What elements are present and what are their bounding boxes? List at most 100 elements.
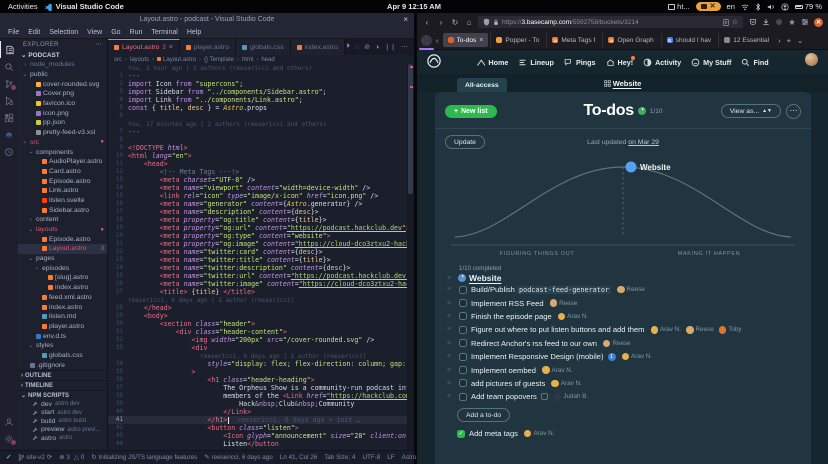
vscode-close-button[interactable]: × xyxy=(403,15,408,24)
back-button[interactable]: ‹ xyxy=(422,18,432,27)
explorer-file-Episode.astro[interactable]: Episode.astro xyxy=(18,176,107,186)
prettier-check-icon[interactable]: ✓ xyxy=(6,454,11,461)
explorer-file-feed.xml.astro[interactable]: feed.xml.astro xyxy=(18,293,107,303)
breadcrumb-website-link[interactable]: Website xyxy=(613,79,642,88)
editor-tab-Layout.astro[interactable]: Layout.astro3× xyxy=(108,39,180,55)
assignee-avatar[interactable] xyxy=(524,430,532,438)
assignee-avatar[interactable] xyxy=(603,340,611,348)
code-editor[interactable]: You, 1 hour ago | 2 authors (reesericci … xyxy=(108,64,414,450)
downloads-icon[interactable] xyxy=(762,18,770,26)
todo-checkbox[interactable] xyxy=(459,393,467,401)
breadcrumb[interactable]: src›layouts›Layout.astro›{} Template›htm… xyxy=(108,55,414,64)
browser-tab-Meta Tags f[interactable]: aMeta Tags f xyxy=(546,33,600,47)
eol-indicator[interactable]: LF xyxy=(387,454,394,461)
git-branch-indicator[interactable]: site-v2⟳ xyxy=(18,454,52,461)
breadcrumb-html[interactable]: html xyxy=(242,57,253,63)
explorer-file-AudioPlayer.astro[interactable]: AudioPlayer.astro xyxy=(18,157,107,167)
user-avatar[interactable] xyxy=(805,53,818,66)
encoding-indicator[interactable]: UTF-8 xyxy=(362,454,380,461)
pocket-icon[interactable] xyxy=(749,18,757,26)
explorer-file-Layout.astro[interactable]: Layout.astro3 xyxy=(18,244,107,254)
list-tabs-icon[interactable]: ⌄ xyxy=(795,36,805,45)
npm-script-start[interactable]: startastro dev xyxy=(18,409,107,418)
explorer-file-.gitignore[interactable]: .gitignore xyxy=(18,360,107,370)
source-control-icon[interactable] xyxy=(0,75,18,92)
explorer-file-favicon.ico[interactable]: favicon.ico xyxy=(18,99,107,109)
firefox-view-button[interactable] xyxy=(421,35,432,46)
run-editor-icon[interactable]: ⏵ xyxy=(346,43,350,51)
bc-nav-mystuff[interactable]: My Stuff xyxy=(691,58,731,67)
disable-icon[interactable]: ⊘ xyxy=(364,43,370,51)
explorer-file-index.astro[interactable]: index.astro xyxy=(18,283,107,293)
explorer-file-Cover.png[interactable]: Cover.png xyxy=(18,89,107,99)
breadcrumb-layouts[interactable]: layouts xyxy=(130,57,149,63)
assignee-avatar[interactable] xyxy=(622,353,630,361)
explorer-file-Episode.astro[interactable]: Episode.astro xyxy=(18,234,107,244)
breadcrumb-head[interactable]: head xyxy=(261,57,274,63)
explorer-file-globals.css[interactable]: globals.css xyxy=(18,351,107,361)
explorer-folder-layouts[interactable]: ⌄layouts● xyxy=(18,225,107,235)
bookmark-star-icon[interactable]: ☆ xyxy=(732,18,738,26)
problems-indicator[interactable]: ⊗3 △0 xyxy=(59,454,84,461)
tab-scroll-right-icon[interactable]: › xyxy=(776,36,783,45)
bc-nav-hey[interactable]: Hey! xyxy=(606,58,634,67)
comment-count-badge[interactable]: 1 xyxy=(608,353,616,361)
explorer-file-[slug].astro[interactable]: [slug].astro xyxy=(18,273,107,283)
hill-chart[interactable]: Website FIGURING THINGS OUT MAKING IT HA… xyxy=(447,153,799,259)
tab-size-indicator[interactable]: Tab Size: 4 xyxy=(324,454,355,461)
menu-go[interactable]: Go xyxy=(107,29,124,36)
assignee-avatar[interactable] xyxy=(719,326,727,334)
tab-close-icon[interactable]: × xyxy=(169,44,173,51)
settings-gear-icon[interactable] xyxy=(0,430,18,447)
new-list-button[interactable]: +New list xyxy=(445,105,497,118)
last-updated-link[interactable]: on Mar 29 xyxy=(628,139,659,146)
assignee-avatar[interactable] xyxy=(558,313,566,321)
blame-status[interactable]: ✎reesericci, 6 days ago xyxy=(204,454,273,461)
drag-handle-icon[interactable]: ≡ xyxy=(447,275,455,282)
menu-terminal[interactable]: Terminal xyxy=(147,29,181,36)
breadcrumb-src[interactable]: src xyxy=(114,57,122,63)
cursor-position[interactable]: Ln 41, Col 26 xyxy=(280,454,317,461)
url-bar[interactable]: https://3.basecamp.com/5592758/buckets/3… xyxy=(478,16,743,28)
bc-nav-activity[interactable]: Activity xyxy=(643,58,681,67)
explorer-root-folder[interactable]: ⌄PODCAST xyxy=(18,50,107,60)
new-tab-button[interactable]: + xyxy=(785,36,793,45)
assignee-avatar[interactable] xyxy=(551,380,559,388)
breadcrumb-Layout.astro[interactable]: Layout.astro xyxy=(157,57,196,63)
explorer-folder-styles[interactable]: ⌄styles xyxy=(18,341,107,351)
explorer-folder-public[interactable]: ⌄public xyxy=(18,70,107,80)
menu-edit[interactable]: Edit xyxy=(24,29,44,36)
explorer-folder-pages[interactable]: ⌄pages xyxy=(18,254,107,264)
adblocker-extension-icon[interactable]: ✕ xyxy=(814,18,823,27)
browser-tab-12 Essential[interactable]: 12 Essential xyxy=(718,33,774,47)
bc-nav-find[interactable]: Find xyxy=(741,58,768,67)
half-circle-icon[interactable]: ◑ xyxy=(375,44,379,51)
tab-scroll-left-icon[interactable]: ‹ xyxy=(434,36,441,45)
explorer-file-Sidebar.astro[interactable]: Sidebar.astro xyxy=(18,205,107,215)
explorer-file-pp.json[interactable]: pp.json xyxy=(18,118,107,128)
explorer-file-Link.astro[interactable]: Link.astro xyxy=(18,186,107,196)
todo-checkbox-checked[interactable]: ✓ xyxy=(457,430,465,438)
assignee-avatar[interactable] xyxy=(651,326,659,334)
explorer-file-cover-rounded.svg[interactable]: cover-rounded.svg xyxy=(18,79,107,89)
explorer-file-icon.png[interactable]: icon.png xyxy=(18,108,107,118)
explorer-file-Card.astro[interactable]: Card.astro xyxy=(18,167,107,177)
explorer-file-env.d.ts[interactable]: env.d.ts xyxy=(18,331,107,341)
reload-button[interactable]: ↻ xyxy=(450,18,460,27)
assignee-avatar[interactable] xyxy=(617,286,625,294)
browser-tab-Popper - To[interactable]: Popper - To xyxy=(490,33,544,47)
language-mode[interactable]: Astro xyxy=(402,454,417,461)
browser-tab-Open Graph[interactable]: aOpen Graph xyxy=(602,33,658,47)
editor-tab-index.astro[interactable]: index.astro xyxy=(291,39,345,55)
search-icon[interactable] xyxy=(0,58,18,75)
timeline-panel-header[interactable]: ›TIMELINE xyxy=(18,380,107,390)
todo-checkbox[interactable] xyxy=(459,366,467,374)
bc-nav-pings[interactable]: Pings xyxy=(564,58,596,67)
settings-sliders-icon[interactable] xyxy=(801,18,809,26)
basecamp-logo[interactable] xyxy=(427,54,441,68)
vscode-title-bar[interactable]: Layout.astro - podcast - Visual Studio C… xyxy=(0,13,414,26)
bc-nav-home[interactable]: Home xyxy=(476,58,508,67)
forward-button[interactable]: › xyxy=(436,18,446,27)
editor-tab-player.astro[interactable]: player.astro xyxy=(180,39,236,55)
more-actions-icon[interactable]: ⋯ xyxy=(401,43,408,51)
